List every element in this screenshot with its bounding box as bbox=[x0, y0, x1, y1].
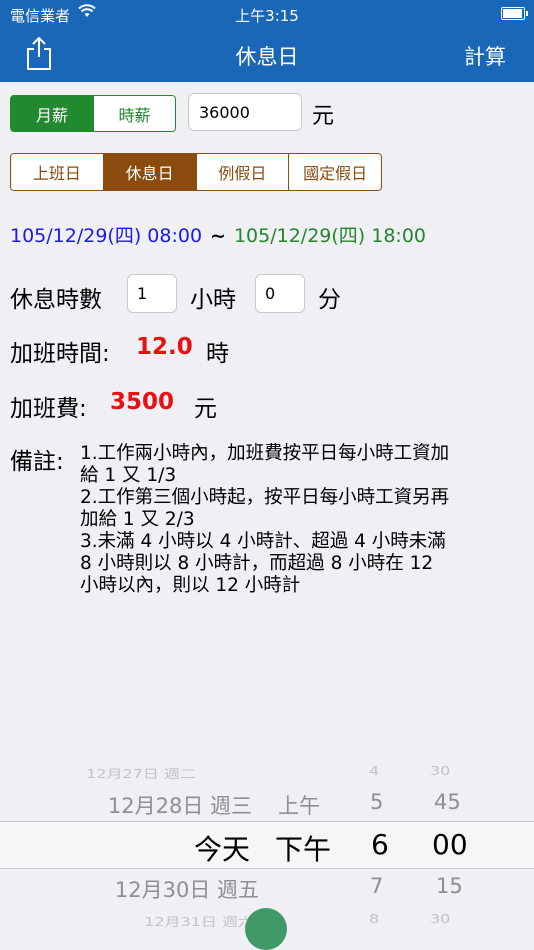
picker-hour: 6 bbox=[371, 828, 389, 861]
picker-ampm: 上午 bbox=[278, 794, 320, 818]
picker-date: 12月28日 週三 bbox=[107, 794, 252, 818]
time-range: 105/12/29(四) 08:00 ~105/12/29(四) 18:00 bbox=[10, 221, 426, 248]
notes-line: 小時以內，則以 12 小時計 bbox=[80, 575, 301, 596]
picker-hour: 4 bbox=[369, 763, 380, 778]
status-bar: 電信業者 上午3:15 bbox=[0, 0, 534, 28]
picker-hour: 8 bbox=[369, 911, 380, 926]
segment-regular-holiday[interactable]: 例假日 bbox=[195, 154, 289, 190]
notes-line: 3.未滿 4 小時以 4 小時計、超過 4 小時未滿 bbox=[80, 531, 446, 552]
picker-hour: 7 bbox=[370, 874, 384, 898]
notes-line: 1.工作兩小時內，加班費按平日每小時工資加 bbox=[80, 443, 450, 464]
segment-national-holiday[interactable]: 國定假日 bbox=[288, 154, 381, 190]
notes-line: 給 1 又 1/3 bbox=[80, 465, 177, 486]
rest-hours-input[interactable]: 1 bbox=[127, 274, 177, 313]
picker-minute: 45 bbox=[434, 790, 461, 814]
notes-line: 2.工作第三個小時起，按平日每小時工資另再 bbox=[80, 487, 450, 508]
picker-ampm: 下午 bbox=[275, 833, 332, 866]
picker-minute: 30 bbox=[430, 763, 451, 778]
picker-minute: 00 bbox=[432, 828, 468, 861]
segment-rest-day[interactable]: 休息日 bbox=[102, 154, 196, 190]
rest-hours-label: 休息時數 bbox=[10, 287, 102, 313]
calculate-button[interactable]: 計算 bbox=[464, 41, 506, 71]
overtime-pay-label: 加班費: bbox=[10, 396, 87, 422]
rest-minutes-unit: 分 bbox=[318, 287, 341, 313]
picker-date: 今天 bbox=[193, 833, 250, 866]
salary-input[interactable]: 36000 bbox=[188, 93, 302, 131]
overtime-pay-value: 3500 bbox=[110, 389, 175, 415]
status-time: 上午3:15 bbox=[235, 7, 299, 25]
picker-minute: 15 bbox=[436, 874, 463, 898]
overtime-pay-unit: 元 bbox=[194, 396, 217, 422]
picker-row[interactable]: 12月28日 週三 上午 5 45 bbox=[0, 790, 534, 818]
rest-minutes-input[interactable]: 0 bbox=[255, 274, 305, 313]
picker-minute: 30 bbox=[430, 911, 451, 926]
picker-row[interactable]: 12月30日 週五 7 15 bbox=[0, 874, 534, 902]
navigation-bar: 休息日 計算 bbox=[0, 28, 534, 82]
end-datetime[interactable]: 105/12/29(四) 18:00 bbox=[234, 225, 426, 247]
notes-line: 8 小時則以 8 小時計，而超過 8 小時在 12 bbox=[80, 553, 434, 574]
day-type-segmented-control: 上班日 休息日 例假日 國定假日 bbox=[10, 153, 382, 191]
range-separator: ~ bbox=[210, 225, 226, 247]
picker-date: 12月31日 週六 bbox=[144, 914, 254, 929]
overtime-hours-unit: 時 bbox=[206, 341, 229, 367]
notes-text: 1.工作兩小時內，加班費按平日每小時工資加 給 1 又 1/3 2.工作第三個小… bbox=[80, 443, 520, 597]
salary-unit: 元 bbox=[312, 104, 335, 129]
picker-hour: 5 bbox=[370, 790, 384, 814]
picker-date: 12月27日 週二 bbox=[86, 766, 196, 781]
page-title: 休息日 bbox=[235, 45, 299, 69]
picker-row-selected[interactable]: 今天 下午 6 00 bbox=[0, 828, 534, 866]
overtime-hours-label: 加班時間: bbox=[10, 341, 110, 367]
segment-workday[interactable]: 上班日 bbox=[11, 154, 103, 190]
segment-monthly[interactable]: 月薪 bbox=[11, 96, 93, 131]
rest-hours-unit: 小時 bbox=[190, 287, 236, 313]
picker-date: 12月30日 週五 bbox=[114, 878, 259, 902]
salary-type-segmented-control: 月薪 時薪 bbox=[10, 95, 176, 132]
battery-icon bbox=[501, 7, 528, 20]
start-datetime[interactable]: 105/12/29(四) 08:00 bbox=[10, 225, 202, 247]
segment-hourly[interactable]: 時薪 bbox=[93, 96, 175, 131]
assistive-touch-button[interactable] bbox=[245, 908, 287, 950]
picker-row[interactable]: 12月27日 週二 4 30 bbox=[0, 763, 534, 781]
overtime-hours-value: 12.0 bbox=[136, 334, 193, 360]
notes-label: 備註: bbox=[10, 449, 64, 475]
notes-line: 加給 1 又 2/3 bbox=[80, 509, 195, 530]
